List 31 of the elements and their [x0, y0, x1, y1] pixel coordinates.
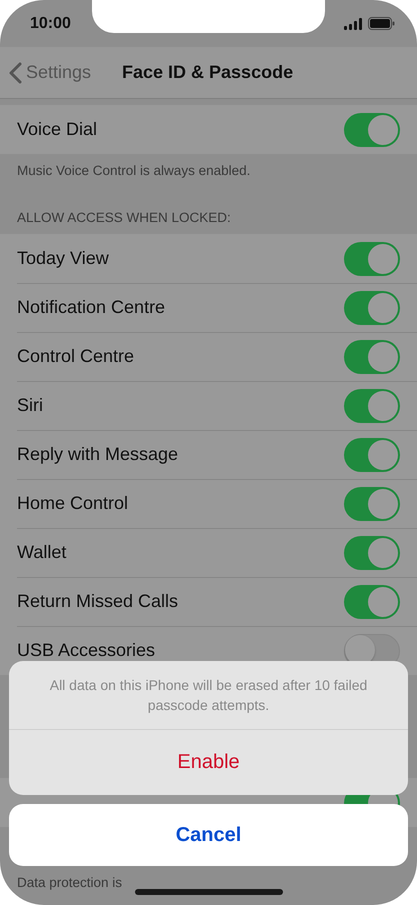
setting-label: Home Control	[17, 493, 128, 514]
toggle-switch[interactable]	[344, 584, 400, 618]
toggle-switch[interactable]	[344, 438, 400, 472]
setting-label: Voice Dial	[17, 119, 98, 140]
cancel-button[interactable]: Cancel	[9, 804, 408, 866]
setting-label: USB Accessories	[17, 640, 156, 661]
setting-label: Control Centre	[17, 346, 134, 367]
back-button[interactable]: Settings	[0, 60, 98, 84]
status-time: 10:00	[30, 14, 71, 32]
enable-button[interactable]: Enable	[9, 730, 408, 795]
section-header: ALLOW ACCESS WHEN LOCKED:	[16, 209, 232, 227]
toggle-switch[interactable]	[344, 112, 400, 146]
setting-label: Wallet	[17, 542, 66, 563]
setting-label: Reply with Message	[17, 444, 178, 465]
toggle-switch[interactable]	[344, 340, 400, 374]
setting-label: Siri	[17, 395, 43, 416]
toggle-switch[interactable]	[344, 290, 400, 324]
toggle-switch[interactable]	[344, 388, 400, 422]
setting-label: Return Missed Calls	[17, 591, 178, 612]
section-footer: Data protection is	[17, 875, 122, 890]
toggle-switch[interactable]	[344, 486, 400, 520]
toggle-switch[interactable]	[344, 536, 400, 570]
battery-icon	[368, 17, 395, 30]
signal-icon	[344, 18, 362, 30]
page-title: Face ID & Passcode	[122, 62, 294, 83]
sheet-message: All data on this iPhone will be erased after 10 failed passcode attempts.	[9, 661, 408, 730]
toggle-switch[interactable]	[344, 242, 400, 276]
setting-label: Notification Centre	[17, 297, 166, 318]
setting-label: Today View	[17, 248, 109, 269]
back-chevron-icon	[9, 62, 22, 84]
section-footer: Music Voice Control is always enabled.	[0, 154, 417, 194]
